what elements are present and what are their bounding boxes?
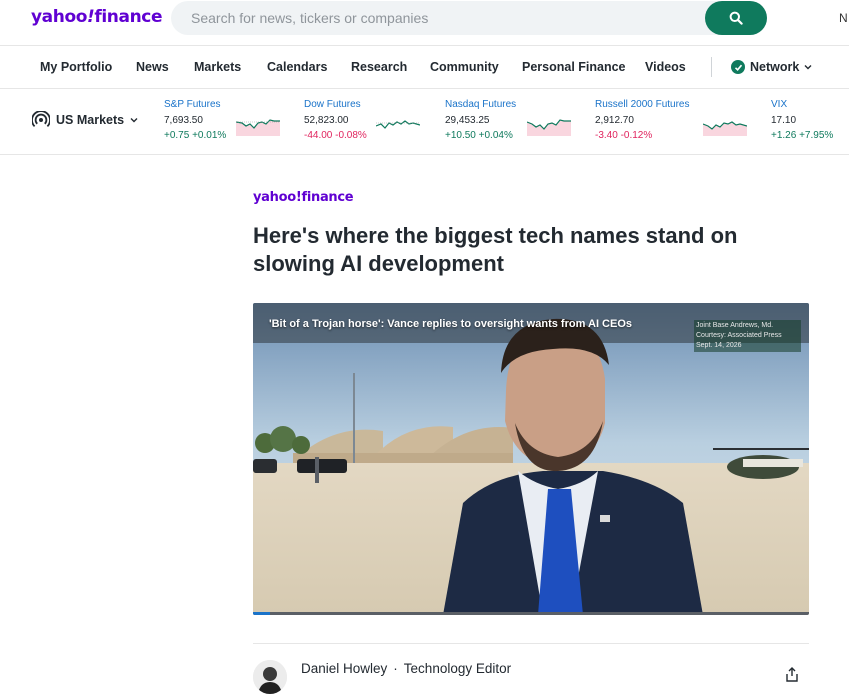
network-label: Network <box>750 60 800 74</box>
sparkline-chart <box>703 121 747 136</box>
search-icon <box>729 11 743 25</box>
ticker-change: +10.50 +0.04% <box>445 130 513 141</box>
chevron-down-icon <box>130 118 138 123</box>
ticker-name: Nasdaq Futures <box>445 99 517 110</box>
nav-community[interactable]: Community <box>430 60 499 74</box>
article-brand-logo: yahoo!finance <box>253 190 354 205</box>
article-headline: Here's where the biggest tech names stan… <box>253 223 738 276</box>
nav-my-portfolio[interactable]: My Portfolio <box>40 60 112 74</box>
ticker-change: -3.40 -0.12% <box>595 130 653 141</box>
author-title: Technology Editor <box>403 661 512 676</box>
search-bar[interactable] <box>171 1 767 35</box>
ticker-name: Russell 2000 Futures <box>595 99 690 110</box>
ticker-dow-futures[interactable]: Dow Futures 52,823.00 -44.00 -0.08% <box>304 99 367 141</box>
ticker-name: S&P Futures <box>164 99 221 110</box>
network-menu[interactable]: Network <box>731 60 812 74</box>
sparkline-chart <box>236 119 280 136</box>
yahoo-finance-logo[interactable]: yahoo!finance <box>31 7 162 27</box>
article-divider <box>253 643 809 644</box>
ticker-name: VIX <box>771 99 788 110</box>
search-input[interactable] <box>191 1 691 35</box>
video-caption: 'Bit of a Trojan horse': Vance replies t… <box>269 318 633 330</box>
nav-videos[interactable]: Videos <box>645 60 686 74</box>
nav-calendars[interactable]: Calendars <box>267 60 327 74</box>
video-player[interactable]: 'Bit of a Trojan horse': Vance replies t… <box>253 303 809 615</box>
video-credit: Joint Base Andrews, Md. Courtesy: Associ… <box>694 320 801 352</box>
ticker-russell-futures[interactable]: Russell 2000 Futures 2,912.70 -3.40 -0.1… <box>595 99 690 141</box>
nav-divider <box>711 57 712 77</box>
ticker-vix[interactable]: VIX 17.10 +1.26 +7.95% <box>771 99 833 141</box>
ticker-change: +0.75 +0.01% <box>164 130 227 141</box>
header-account-text[interactable]: N <box>839 11 848 25</box>
byline-separator: · <box>393 661 398 676</box>
ticker-change: -44.00 -0.08% <box>304 130 367 141</box>
ticker-nasdaq-futures[interactable]: Nasdaq Futures 29,453.25 +10.50 +0.04% <box>445 99 516 141</box>
credit-line: Sept. 14, 2026 <box>696 342 742 349</box>
ticker-change: +1.26 +7.95% <box>771 130 834 141</box>
ticker-value: 2,912.70 <box>595 115 634 126</box>
nav-personal-finance[interactable]: Personal Finance <box>522 60 626 74</box>
ticker-name: Dow Futures <box>304 99 361 110</box>
ticker-value: 17.10 <box>771 115 797 126</box>
top-header: yahoo!finance N <box>0 0 849 46</box>
us-markets-selector[interactable]: US Markets <box>32 111 138 129</box>
ticker-value: 29,453.25 <box>445 115 490 126</box>
ticker-value: 7,693.50 <box>164 115 203 126</box>
nav-news[interactable]: News <box>136 60 169 74</box>
author-name[interactable]: Daniel Howley <box>301 661 387 676</box>
video-progress-bar[interactable] <box>253 612 809 615</box>
ticker-value: 52,823.00 <box>304 115 349 126</box>
us-markets-label: US Markets <box>56 113 125 127</box>
checkmark-icon <box>731 60 745 74</box>
credit-line: Joint Base Andrews, Md. <box>696 322 774 329</box>
market-ticker-strip: US Markets S&P Futures 7,693.50 +0.75 +0… <box>0 89 849 155</box>
credit-line: Courtesy: Associated Press <box>696 332 782 339</box>
broadcast-icon <box>32 111 50 128</box>
author-photo <box>253 660 287 694</box>
video-progress-fill <box>253 612 270 615</box>
ticker-sp-futures[interactable]: S&P Futures 7,693.50 +0.75 +0.01% <box>164 99 226 141</box>
nav-research[interactable]: Research <box>351 60 407 74</box>
sparkline-chart <box>376 120 420 129</box>
sparkline-chart <box>527 119 571 136</box>
main-nav: My Portfolio News Markets Calendars Rese… <box>0 46 849 89</box>
author-byline: Daniel Howley · Technology Editor <box>301 661 511 676</box>
author-avatar[interactable] <box>253 660 287 694</box>
share-icon <box>786 667 798 682</box>
nav-markets[interactable]: Markets <box>194 60 241 74</box>
search-button[interactable] <box>705 1 767 35</box>
chevron-down-icon <box>804 65 812 70</box>
